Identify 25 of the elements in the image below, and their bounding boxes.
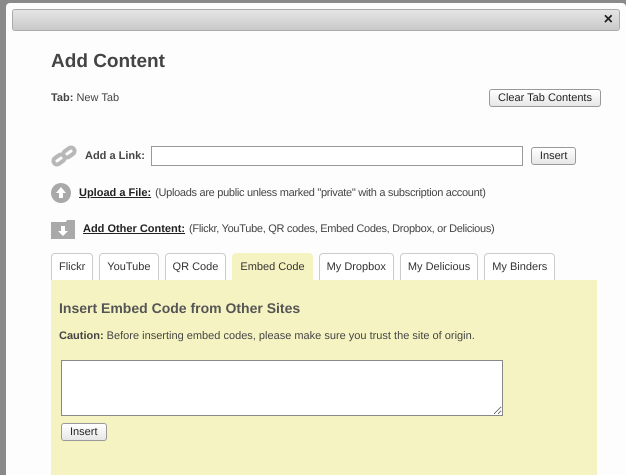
add-link-label: Add a Link: — [85, 150, 145, 162]
folder-download-icon — [51, 219, 75, 239]
content-tab[interactable]: YouTube — [99, 253, 159, 280]
link-input-field[interactable] — [150, 146, 523, 166]
close-button[interactable]: × — [598, 12, 619, 28]
embed-code-input-field[interactable] — [61, 360, 503, 416]
chain-link-icon — [51, 145, 77, 167]
content-tab[interactable]: Flickr — [51, 253, 94, 280]
content-tab[interactable]: QR Code — [164, 253, 226, 280]
content-tab[interactable]: My Dropbox — [318, 253, 394, 280]
tab-label: Tab: — [51, 92, 74, 104]
panel-heading: Insert Embed Code from Other Sites — [59, 300, 302, 316]
content-tab[interactable]: My Binders — [484, 253, 556, 280]
caution-text: Caution: Before inserting embed codes, please make sure you trust the site of origin. — [59, 330, 476, 342]
tab-name: New Tab — [76, 92, 120, 104]
content-tab[interactable]: Embed Code — [232, 253, 313, 280]
insert-embed-button[interactable]: Insert — [61, 423, 107, 441]
clear-tab-contents-button[interactable]: Clear Tab Contents — [489, 89, 601, 107]
add-other-content-link[interactable]: Add Other Content: — [83, 223, 186, 235]
other-content-note: (Flickr, YouTube, QR codes, Embed Codes, Dropbox, or Delicious) — [189, 223, 494, 235]
upload-file-link[interactable]: Upload a File: — [79, 187, 152, 199]
dialog-title: Add Content — [51, 51, 166, 73]
content-tab[interactable]: My Delicious — [400, 253, 478, 280]
upload-note: (Uploads are public unless marked "private" with a subscription account) — [155, 187, 486, 199]
insert-link-button[interactable]: Insert — [530, 147, 576, 165]
